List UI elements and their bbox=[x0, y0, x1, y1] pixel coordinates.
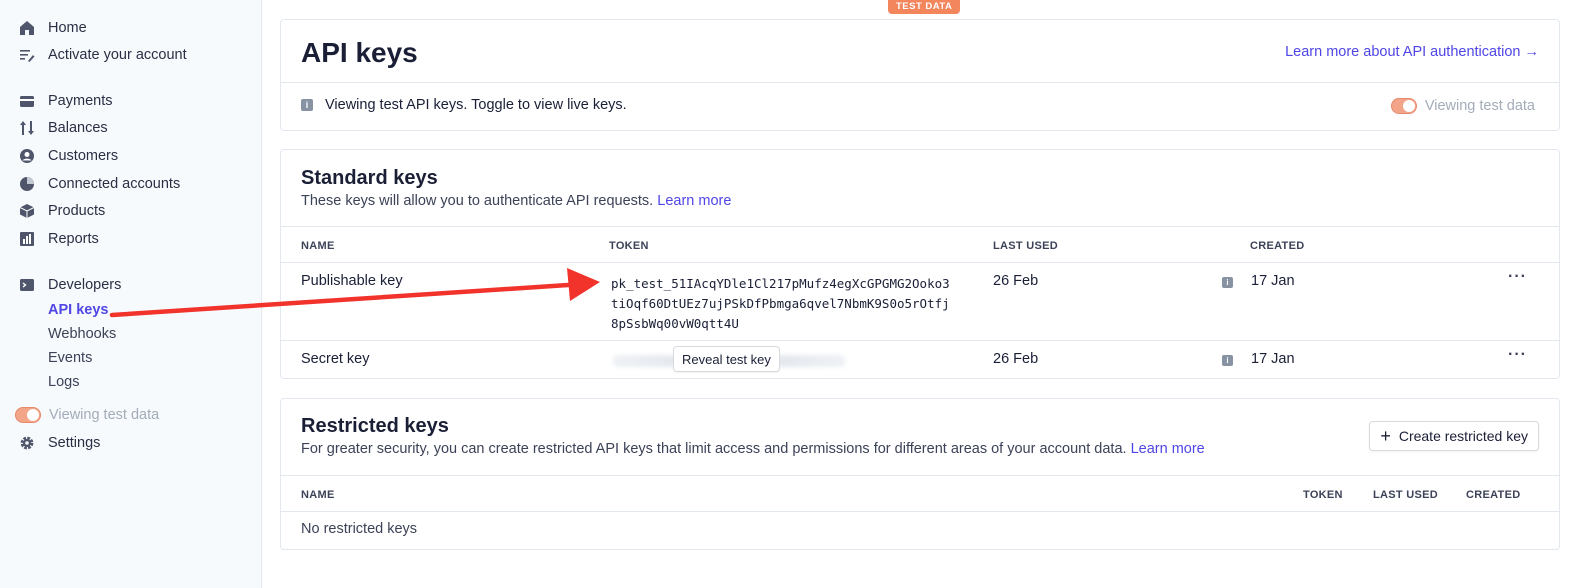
sidebar-item-label: Balances bbox=[48, 120, 108, 136]
divider bbox=[281, 82, 1559, 83]
publishable-key-token[interactable]: pk_test_51IAcqYDle1Cl217pMufz4egXcGPGMG2… bbox=[611, 274, 951, 334]
sidebar: Home Activate your account Payments Bala… bbox=[0, 0, 262, 588]
info-icon[interactable]: i bbox=[1222, 277, 1233, 288]
sidebar-item-label: Reports bbox=[48, 231, 99, 247]
description-text: For greater security, you can create res… bbox=[301, 441, 1127, 457]
created: 17 Jan bbox=[1251, 273, 1295, 289]
create-restricted-key-button[interactable]: + Create restricted key bbox=[1369, 421, 1539, 451]
divider bbox=[281, 475, 1559, 476]
home-icon bbox=[18, 19, 36, 37]
more-options-icon[interactable]: ··· bbox=[1508, 346, 1527, 364]
column-header-created: CREATED bbox=[1250, 240, 1305, 252]
empty-state-text: No restricted keys bbox=[301, 521, 418, 537]
toggle-label: Viewing test data bbox=[49, 407, 160, 423]
customers-icon bbox=[18, 147, 36, 165]
column-header-last-used: LAST USED bbox=[1373, 489, 1439, 501]
standard-keys-description: These keys will allow you to authenticat… bbox=[301, 193, 731, 209]
sidebar-item-label: Customers bbox=[48, 148, 119, 164]
connected-accounts-icon bbox=[18, 175, 36, 193]
sidebar-subitem-logs[interactable]: Logs bbox=[48, 374, 79, 390]
gear-icon bbox=[18, 434, 36, 452]
sidebar-item-settings[interactable]: Settings bbox=[18, 432, 100, 454]
column-header-last-used: LAST USED bbox=[993, 240, 1059, 252]
divider bbox=[281, 340, 1559, 341]
standard-keys-card: Standard keys These keys will allow you … bbox=[280, 149, 1560, 379]
sidebar-item-products[interactable]: Products bbox=[18, 200, 105, 222]
divider bbox=[281, 262, 1559, 263]
last-used: 26 Feb bbox=[993, 273, 1039, 289]
test-data-ribbon: TEST DATA bbox=[888, 0, 961, 14]
api-keys-header-card: API keys Learn more about API authentica… bbox=[280, 19, 1560, 131]
sidebar-item-customers[interactable]: Customers bbox=[18, 145, 118, 167]
standard-keys-title: Standard keys bbox=[301, 167, 438, 189]
restricted-keys-title: Restricted keys bbox=[301, 415, 449, 437]
column-header-token: TOKEN bbox=[1303, 489, 1343, 501]
sidebar-item-label: Payments bbox=[48, 93, 113, 109]
test-keys-notice: i Viewing test API keys. Toggle to view … bbox=[301, 97, 627, 113]
key-name: Publishable key bbox=[301, 273, 403, 289]
sidebar-item-reports[interactable]: Reports bbox=[18, 228, 99, 250]
sidebar-item-connected-accounts[interactable]: Connected accounts bbox=[18, 173, 180, 195]
info-icon[interactable]: i bbox=[1222, 355, 1233, 366]
sidebar-item-label: Connected accounts bbox=[48, 176, 181, 192]
products-icon bbox=[18, 202, 36, 220]
toggle-switch[interactable] bbox=[1390, 98, 1417, 114]
key-name: Secret key bbox=[301, 351, 370, 367]
notice-text: Viewing test API keys. Toggle to view li… bbox=[325, 97, 627, 113]
learn-more-api-auth-link[interactable]: Learn more about API authentication → bbox=[1285, 44, 1539, 60]
sidebar-subitem-events[interactable]: Events bbox=[48, 350, 92, 366]
learn-more-link[interactable]: Learn more bbox=[657, 193, 731, 209]
button-label: Create restricted key bbox=[1398, 428, 1528, 444]
created: 17 Jan bbox=[1251, 351, 1295, 367]
sidebar-test-data-toggle[interactable]: Viewing test data bbox=[15, 404, 159, 426]
sidebar-item-label: Settings bbox=[48, 435, 101, 451]
sidebar-item-balances[interactable]: Balances bbox=[18, 117, 108, 139]
divider bbox=[281, 226, 1559, 227]
checklist-icon bbox=[18, 46, 36, 64]
sidebar-subitem-webhooks[interactable]: Webhooks bbox=[48, 326, 116, 342]
payments-icon bbox=[18, 92, 36, 110]
restricted-keys-card: Restricted keys For greater security, yo… bbox=[280, 398, 1560, 550]
toggle-switch[interactable] bbox=[15, 407, 41, 423]
sidebar-item-label: Products bbox=[48, 203, 106, 219]
column-header-name: NAME bbox=[301, 489, 335, 501]
more-options-icon[interactable]: ··· bbox=[1508, 268, 1527, 286]
sidebar-subitem-api-keys[interactable]: API keys bbox=[48, 302, 108, 318]
info-icon: i bbox=[301, 99, 313, 111]
column-header-created: CREATED bbox=[1466, 489, 1521, 501]
sidebar-item-home[interactable]: Home bbox=[18, 17, 87, 39]
sidebar-item-label: Home bbox=[48, 20, 87, 36]
sidebar-item-label: Developers bbox=[48, 277, 122, 293]
last-used: 26 Feb bbox=[993, 351, 1039, 367]
description-text: These keys will allow you to authenticat… bbox=[301, 193, 654, 209]
reveal-test-key-button[interactable]: Reveal test key bbox=[673, 346, 780, 372]
restricted-keys-description: For greater security, you can create res… bbox=[301, 441, 1205, 457]
plus-icon: + bbox=[1380, 426, 1391, 446]
column-header-token: TOKEN bbox=[609, 240, 649, 252]
toggle-label: Viewing test data bbox=[1424, 98, 1535, 114]
divider bbox=[281, 511, 1559, 512]
page-title: API keys bbox=[301, 37, 418, 68]
reports-icon bbox=[18, 230, 36, 248]
sidebar-item-payments[interactable]: Payments bbox=[18, 90, 112, 112]
sidebar-item-label: Activate your account bbox=[48, 47, 187, 63]
view-test-data-toggle[interactable]: Viewing test data bbox=[1390, 98, 1535, 114]
sidebar-item-developers[interactable]: Developers bbox=[18, 274, 121, 296]
column-header-name: NAME bbox=[301, 240, 335, 252]
learn-more-link[interactable]: Learn more bbox=[1131, 441, 1205, 457]
balances-icon bbox=[18, 119, 36, 137]
sidebar-item-activate[interactable]: Activate your account bbox=[18, 44, 187, 66]
developers-icon bbox=[18, 276, 36, 294]
